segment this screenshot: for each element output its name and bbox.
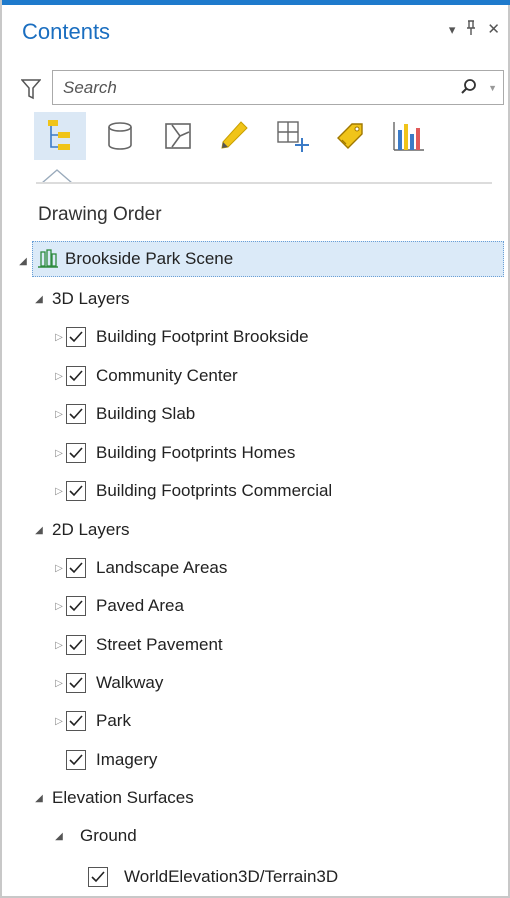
layer-visibility-checkbox[interactable]: [66, 404, 86, 424]
tree-group-2d-layers[interactable]: ◢ 2D Layers: [32, 512, 129, 548]
layer-label: Building Footprints Commercial: [96, 481, 333, 500]
layer-expand-icon[interactable]: ▷: [52, 716, 66, 727]
layer-row[interactable]: ▷ Street Pavement: [52, 627, 223, 663]
snapping-icon: [277, 121, 309, 152]
tree-group-ground[interactable]: ◢ Ground: [52, 818, 137, 854]
group-label-3d: 3D Layers: [52, 289, 130, 308]
list-by-selection-button[interactable]: [152, 112, 204, 160]
layer-label: Walkway: [96, 673, 164, 692]
contents-pane: Contents ▾ ✕ ▼: [0, 0, 510, 898]
list-by-toolbar: [32, 112, 502, 166]
expand-2d-layers-icon[interactable]: ◢: [32, 525, 46, 536]
pane-options-dropdown-icon[interactable]: ▾: [449, 23, 456, 36]
layer-row[interactable]: ▷ Walkway: [52, 665, 163, 701]
pane-active-accent-bar: [2, 0, 510, 5]
layer-row[interactable]: Imagery: [52, 742, 157, 778]
ground-label: Ground: [80, 826, 137, 845]
layer-visibility-checkbox[interactable]: [66, 596, 86, 616]
expand-elevation-surfaces-icon[interactable]: ◢: [32, 793, 46, 804]
elevation-source-checkbox[interactable]: [88, 867, 108, 887]
list-by-data-source-button[interactable]: [94, 112, 146, 160]
list-by-snapping-button[interactable]: [266, 112, 318, 160]
layer-row[interactable]: ▷ Building Footprints Commercial: [52, 473, 332, 509]
search-box: ▼: [52, 70, 504, 105]
layer-row[interactable]: ▷ Building Footprint Brookside: [52, 319, 309, 355]
layer-expand-icon[interactable]: ▷: [52, 332, 66, 343]
tree-group-elevation-surfaces[interactable]: ◢ Elevation Surfaces: [32, 780, 194, 816]
scene-node[interactable]: Brookside Park Scene: [32, 241, 504, 277]
search-dropdown-icon[interactable]: ▼: [488, 83, 497, 93]
pane-title: Contents: [22, 19, 111, 44]
list-by-charts-button[interactable]: [382, 112, 434, 160]
layer-visibility-checkbox[interactable]: [66, 481, 86, 501]
layer-visibility-checkbox[interactable]: [66, 327, 86, 347]
filter-icon[interactable]: [21, 78, 41, 100]
search-input[interactable]: [63, 77, 433, 99]
toolbar-divider: [36, 182, 492, 184]
drawing-order-icon: [48, 120, 70, 150]
layer-label: Paved Area: [96, 596, 184, 615]
layer-expand-icon[interactable]: ▷: [52, 563, 66, 574]
scene-icon: [38, 249, 58, 268]
layer-row[interactable]: ▷ Building Slab: [52, 396, 195, 432]
expand-ground-icon[interactable]: ◢: [52, 831, 66, 842]
layer-visibility-checkbox[interactable]: [66, 635, 86, 655]
layer-label: Community Center: [96, 366, 238, 385]
data-source-icon: [108, 122, 132, 150]
layer-row[interactable]: ▷ Park: [52, 703, 131, 739]
layer-visibility-checkbox[interactable]: [66, 366, 86, 386]
layer-expand-icon[interactable]: ▷: [52, 409, 66, 420]
layer-expand-icon[interactable]: ▷: [52, 640, 66, 651]
group-label-elevation: Elevation Surfaces: [52, 788, 194, 807]
layer-visibility-checkbox[interactable]: [66, 558, 86, 578]
list-by-editing-button[interactable]: [208, 112, 260, 160]
selection-icon: [165, 123, 191, 149]
list-by-labeling-button[interactable]: [324, 112, 376, 160]
layer-label: Park: [96, 711, 131, 730]
layer-visibility-checkbox[interactable]: [66, 443, 86, 463]
layer-expand-icon[interactable]: ▷: [52, 371, 66, 382]
layer-expand-icon[interactable]: ▷: [52, 486, 66, 497]
layer-row[interactable]: ▷ Paved Area: [52, 588, 184, 624]
scene-label: Brookside Park Scene: [65, 249, 234, 268]
list-by-drawing-order-button[interactable]: [34, 112, 86, 160]
charts-icon: [393, 122, 424, 151]
search-icon[interactable]: [459, 77, 479, 97]
layer-label: Imagery: [96, 750, 158, 769]
layer-label: Building Footprints Homes: [96, 443, 296, 462]
layer-expand-icon[interactable]: ▷: [52, 448, 66, 459]
pane-pin-icon[interactable]: [465, 20, 477, 39]
tree-row-scene: ◢: [16, 243, 30, 279]
layer-visibility-checkbox[interactable]: [66, 711, 86, 731]
pane-close-icon[interactable]: ✕: [487, 22, 500, 37]
drawing-order-heading: Drawing Order: [38, 204, 162, 225]
layer-label: Building Footprint Brookside: [96, 327, 309, 346]
pane-title-controls: ▾ ✕: [449, 20, 500, 39]
layer-expand-icon[interactable]: ▷: [52, 678, 66, 689]
layer-label: Landscape Areas: [96, 558, 228, 577]
tree-group-3d-layers[interactable]: ◢ 3D Layers: [32, 281, 129, 317]
expand-3d-layers-icon[interactable]: ◢: [32, 294, 46, 305]
layer-row[interactable]: ▷ Building Footprints Homes: [52, 435, 295, 471]
layer-visibility-checkbox[interactable]: [66, 750, 86, 770]
layer-label: Street Pavement: [96, 635, 223, 654]
editing-pencil-icon: [221, 121, 248, 149]
layer-row[interactable]: ▷ Community Center: [52, 358, 238, 394]
layer-expand-icon[interactable]: ▷: [52, 601, 66, 612]
elevation-source-label: WorldElevation3D/Terrain3D: [124, 867, 339, 886]
labeling-tag-icon: [337, 123, 363, 149]
layer-row[interactable]: ▷ Landscape Areas: [52, 550, 227, 586]
group-label-2d: 2D Layers: [52, 520, 130, 539]
expand-scene-icon[interactable]: ◢: [16, 256, 30, 267]
elevation-source-row[interactable]: WorldElevation3D/Terrain3D: [88, 859, 338, 895]
layer-visibility-checkbox[interactable]: [66, 673, 86, 693]
layer-label: Building Slab: [96, 404, 196, 423]
